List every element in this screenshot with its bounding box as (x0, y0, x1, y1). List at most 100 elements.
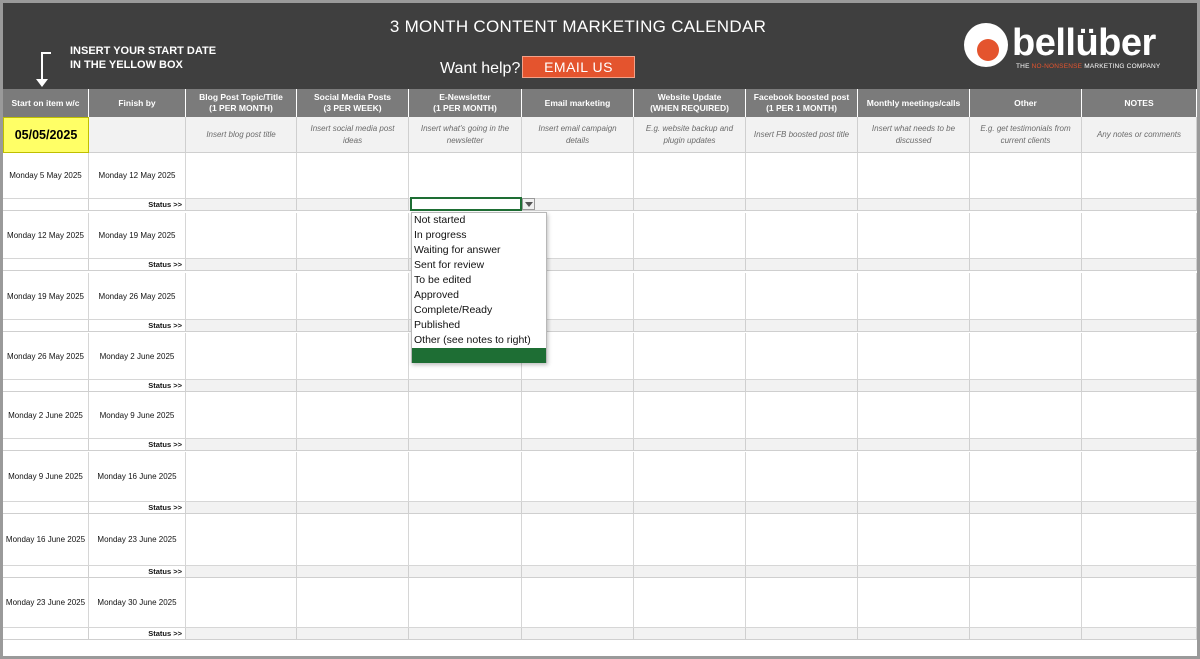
finish-by-blank-cell[interactable] (89, 117, 186, 153)
status-cell[interactable] (746, 320, 858, 332)
status-option[interactable] (412, 348, 546, 363)
status-cell[interactable] (970, 199, 1082, 211)
status-cell[interactable] (1082, 199, 1197, 211)
status-cell[interactable] (970, 502, 1082, 514)
status-option[interactable]: Approved (412, 288, 546, 303)
status-cell[interactable] (409, 566, 522, 578)
content-cell[interactable] (746, 273, 858, 320)
content-cell[interactable] (186, 452, 297, 502)
content-cell[interactable] (746, 514, 858, 566)
status-cell[interactable] (1082, 628, 1197, 640)
content-cell[interactable] (186, 213, 297, 259)
status-cell[interactable] (297, 259, 409, 271)
content-cell[interactable] (746, 153, 858, 199)
content-cell[interactable] (634, 273, 746, 320)
status-option[interactable]: Published (412, 318, 546, 333)
status-cell[interactable] (746, 439, 858, 451)
dropdown-arrow-icon[interactable] (522, 198, 535, 210)
status-cell[interactable] (858, 628, 970, 640)
content-cell[interactable] (858, 452, 970, 502)
content-cell[interactable] (970, 452, 1082, 502)
content-cell[interactable] (970, 514, 1082, 566)
status-cell[interactable] (297, 199, 409, 211)
status-cell[interactable] (746, 380, 858, 392)
status-cell[interactable] (858, 199, 970, 211)
status-cell[interactable] (634, 502, 746, 514)
status-cell[interactable] (1082, 380, 1197, 392)
status-cell[interactable] (970, 320, 1082, 332)
content-cell[interactable] (409, 452, 522, 502)
content-cell[interactable] (634, 452, 746, 502)
content-cell[interactable] (1082, 578, 1197, 628)
status-cell[interactable] (297, 320, 409, 332)
status-option[interactable]: Waiting for answer (412, 243, 546, 258)
placeholder-cell[interactable]: Insert email campaign details (522, 117, 634, 153)
content-cell[interactable] (297, 452, 409, 502)
status-cell[interactable] (858, 320, 970, 332)
status-cell-selected[interactable] (410, 197, 522, 211)
status-cell[interactable] (970, 439, 1082, 451)
status-option[interactable]: To be edited (412, 273, 546, 288)
status-cell[interactable] (297, 380, 409, 392)
status-cell[interactable] (186, 439, 297, 451)
content-cell[interactable] (634, 153, 746, 199)
content-cell[interactable] (746, 333, 858, 380)
status-cell[interactable] (409, 628, 522, 640)
status-cell[interactable] (970, 380, 1082, 392)
content-cell[interactable] (858, 578, 970, 628)
status-cell[interactable] (634, 628, 746, 640)
content-cell[interactable] (297, 514, 409, 566)
status-cell[interactable] (186, 566, 297, 578)
status-cell[interactable] (186, 259, 297, 271)
content-cell[interactable] (1082, 213, 1197, 259)
status-cell[interactable] (522, 628, 634, 640)
status-option[interactable]: Complete/Ready (412, 303, 546, 318)
content-cell[interactable] (634, 578, 746, 628)
content-cell[interactable] (970, 578, 1082, 628)
content-cell[interactable] (297, 578, 409, 628)
content-cell[interactable] (522, 578, 634, 628)
status-cell[interactable] (409, 502, 522, 514)
placeholder-cell[interactable]: E.g. website backup and plugin updates (634, 117, 746, 153)
content-cell[interactable] (186, 578, 297, 628)
placeholder-cell[interactable]: Insert what needs to be discussed (858, 117, 970, 153)
content-cell[interactable] (970, 392, 1082, 439)
content-cell[interactable] (522, 392, 634, 439)
content-cell[interactable] (746, 578, 858, 628)
email-us-button[interactable]: EMAIL US (522, 56, 635, 78)
status-cell[interactable] (522, 502, 634, 514)
status-cell[interactable] (186, 380, 297, 392)
status-cell[interactable] (186, 199, 297, 211)
status-cell[interactable] (297, 628, 409, 640)
content-cell[interactable] (186, 153, 297, 199)
placeholder-cell[interactable]: Insert social media post ideas (297, 117, 409, 153)
content-cell[interactable] (1082, 333, 1197, 380)
status-cell[interactable] (634, 380, 746, 392)
status-cell[interactable] (746, 259, 858, 271)
status-cell[interactable] (746, 628, 858, 640)
content-cell[interactable] (858, 273, 970, 320)
content-cell[interactable] (186, 273, 297, 320)
status-cell[interactable] (409, 380, 522, 392)
content-cell[interactable] (858, 213, 970, 259)
content-cell[interactable] (297, 213, 409, 259)
status-cell[interactable] (858, 259, 970, 271)
status-cell[interactable] (297, 502, 409, 514)
content-cell[interactable] (1082, 514, 1197, 566)
status-cell[interactable] (522, 380, 634, 392)
status-cell[interactable] (522, 199, 634, 211)
content-cell[interactable] (186, 514, 297, 566)
content-cell[interactable] (858, 333, 970, 380)
status-cell[interactable] (186, 320, 297, 332)
content-cell[interactable] (634, 213, 746, 259)
status-cell[interactable] (1082, 439, 1197, 451)
content-cell[interactable] (970, 213, 1082, 259)
status-cell[interactable] (1082, 502, 1197, 514)
status-cell[interactable] (746, 566, 858, 578)
content-cell[interactable] (186, 333, 297, 380)
status-cell[interactable] (1082, 259, 1197, 271)
status-cell[interactable] (970, 566, 1082, 578)
status-cell[interactable] (409, 439, 522, 451)
content-cell[interactable] (186, 392, 297, 439)
placeholder-cell[interactable]: Any notes or comments (1082, 117, 1197, 153)
